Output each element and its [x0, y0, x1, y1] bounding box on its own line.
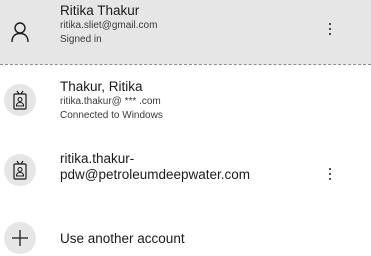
account-email: ritika.sliet@gmail.com: [60, 20, 158, 31]
account-status: Signed in: [60, 34, 102, 45]
work-badge-icon: [4, 84, 36, 116]
use-another-account-label: Use another account: [60, 231, 185, 246]
account-ritika-work[interactable]: Thakur, Ritika ritika.thakur@ *** .com C…: [0, 66, 371, 132]
plus-icon: [4, 222, 36, 254]
account-ritika-personal[interactable]: Ritika Thakur ritika.sliet@gmail.com Sig…: [0, 0, 371, 64]
account-email-line1: ritika.thakur-: [60, 151, 135, 166]
account-email-line2: pdw@petroleumdeepwater.com: [60, 167, 251, 182]
more-options-icon[interactable]: [323, 19, 337, 39]
account-ritika-pdw[interactable]: ritika.thakur- pdw@petroleumdeepwater.co…: [0, 140, 371, 206]
divider: [0, 64, 371, 65]
work-badge-icon: [4, 154, 36, 186]
account-email: ritika.thakur@ *** .com: [60, 96, 161, 107]
more-options-icon[interactable]: [323, 164, 337, 184]
use-another-account-button[interactable]: Use another account: [0, 212, 371, 256]
person-icon: [4, 16, 36, 48]
account-status: Connected to Windows: [60, 110, 163, 121]
account-name: Thakur, Ritika: [60, 79, 143, 94]
account-name: Ritika Thakur: [60, 3, 140, 18]
